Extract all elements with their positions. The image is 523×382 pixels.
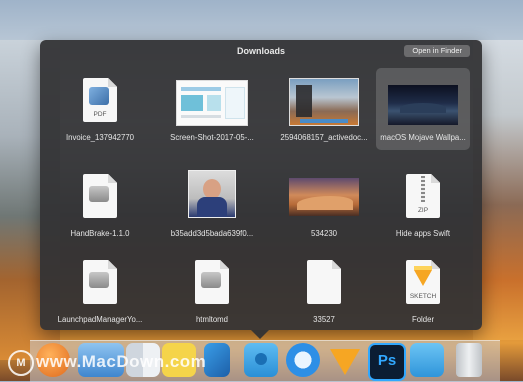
trash-icon[interactable] — [456, 343, 482, 377]
stack-item[interactable]: PDF Invoice_137942770 — [48, 68, 152, 150]
stack-item-selected[interactable]: macOS Mojave Wallpa... — [376, 68, 470, 150]
stack-item-label: HandBrake-1.1.0 — [70, 229, 130, 238]
stack-item-label: 33527 — [313, 315, 335, 324]
stack-item-label: Folder — [411, 315, 435, 324]
watermark-text: www.MacDown.com — [36, 352, 207, 371]
stack-item[interactable]: SKETCH Folder — [376, 250, 470, 332]
desert-wallpaper-thumbnail — [289, 178, 359, 216]
stack-item[interactable]: 33527 — [272, 250, 376, 332]
mojave-wallpaper-thumbnail — [388, 85, 458, 125]
stack-item[interactable]: b35add3d5bada639f0... — [160, 164, 264, 246]
photoshop-icon[interactable]: Ps — [368, 343, 406, 381]
stack-item[interactable]: ZIP Hide apps Swift — [376, 164, 470, 246]
sketch-document-icon: SKETCH — [406, 260, 440, 304]
desktop-screenshot-thumbnail — [289, 78, 359, 126]
stack-item[interactable]: 2594068157_activedoc... — [272, 68, 376, 150]
stack-item-label: b35add3d5bada639f0... — [170, 229, 254, 238]
stack-item-label: Hide apps Swift — [395, 229, 451, 238]
pdf-document-icon: PDF — [83, 78, 117, 122]
safari-icon[interactable] — [286, 343, 320, 377]
stack-item-label: LaunchpadManagerYo... — [57, 315, 143, 324]
xcode-icon[interactable] — [204, 343, 230, 377]
stack-item[interactable]: Screen-Shot-2017-05-... — [160, 68, 264, 150]
open-in-finder-button[interactable]: Open in Finder — [404, 45, 470, 57]
watermark-logo: M — [8, 350, 34, 376]
blank-document-icon — [307, 260, 341, 304]
downloads-folder-icon[interactable] — [244, 343, 278, 377]
stack-item-label: 534230 — [310, 229, 338, 238]
zip-archive-icon: ZIP — [406, 174, 440, 218]
stack-item-label: htmltomd — [195, 315, 229, 324]
disk-image-icon — [195, 260, 229, 304]
stack-item-label: Invoice_137942770 — [65, 133, 135, 142]
stack-item-label: 2594068157_activedoc... — [280, 133, 368, 142]
screenshot-thumbnail — [176, 80, 248, 126]
sketch-icon[interactable] — [328, 343, 362, 377]
stack-item[interactable]: LaunchpadManagerYo... — [48, 250, 152, 332]
stack-item[interactable]: htmltomd — [160, 250, 264, 332]
stack-item[interactable]: HandBrake-1.1.0 — [48, 164, 152, 246]
stack-item[interactable]: 534230 — [272, 164, 376, 246]
disk-image-icon — [83, 260, 117, 304]
downloads-stack-panel: Downloads Open in Finder PDF Invoice_137… — [40, 40, 482, 330]
disk-image-icon — [83, 174, 117, 218]
stack-item-label: macOS Mojave Wallpa... — [380, 133, 466, 142]
photo-thumbnail — [188, 170, 236, 218]
stack-pointer — [251, 330, 269, 339]
folder-icon[interactable] — [410, 343, 444, 377]
stack-item-label: Screen-Shot-2017-05-... — [170, 133, 254, 142]
